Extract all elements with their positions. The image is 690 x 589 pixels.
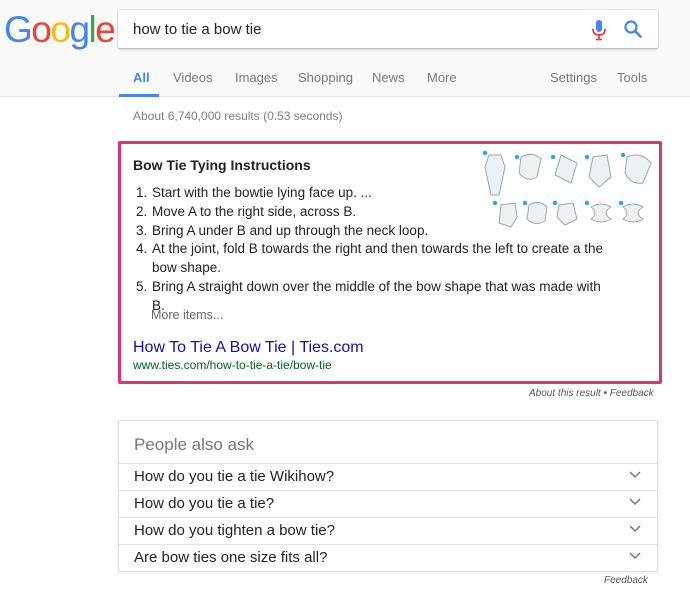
paa-feedback-link[interactable]: Feedback [604, 575, 648, 586]
logo-letter: G [4, 9, 33, 50]
chevron-down-icon[interactable] [629, 552, 641, 560]
people-also-ask-panel: People also ask How do you tie a tie Wik… [118, 420, 658, 572]
tab-videos[interactable]: Videos [173, 70, 213, 85]
tab-settings[interactable]: Settings [550, 70, 597, 85]
step-text: Bring A under B and up through the neck … [152, 222, 429, 238]
more-items-link[interactable]: More items... [151, 308, 223, 322]
paa-question[interactable]: How do you tighten a bow tie? [134, 522, 335, 539]
list-item: 1. Start with the bowtie lying face up. .… [136, 184, 616, 203]
list-item: 3. Bring A under B and up through the nec… [136, 222, 616, 241]
chevron-down-icon[interactable] [629, 498, 641, 506]
tab-tools[interactable]: Tools [617, 70, 647, 85]
chevron-down-icon[interactable] [629, 471, 641, 479]
snippet-result-url: www.ties.com/how-to-tie-a-tie/bow-tie [133, 358, 332, 372]
logo-letter: l [88, 9, 97, 50]
search-input[interactable]: how to tie a bow tie [118, 10, 658, 48]
paa-question-row[interactable]: How do you tighten a bow tie? [119, 517, 657, 544]
google-logo[interactable]: Google [4, 9, 116, 50]
tab-more[interactable]: More [427, 70, 457, 85]
people-also-ask-title: People also ask [134, 435, 255, 454]
snippet-title: Bow Tie Tying Instructions [133, 157, 311, 173]
search-tabs: All Videos Images Shopping News More Set… [0, 66, 690, 97]
step-text: Start with the bowtie lying face up. ... [152, 185, 372, 200]
result-stats: About 6,740,000 results (0.53 seconds) [133, 109, 343, 123]
step-text: At the joint, fold B towards the right a… [152, 241, 604, 276]
paa-question-row[interactable]: How do you tie a tie? [119, 490, 657, 517]
logo-letter: o [50, 9, 71, 50]
paa-question-row[interactable]: Are bow ties one size fits all? [119, 544, 657, 571]
step-number: 2. [136, 203, 148, 219]
tab-shopping[interactable]: Shopping [298, 70, 353, 85]
search-icon[interactable] [623, 19, 643, 39]
step-number: 3. [136, 222, 148, 238]
list-item: 2. Move A to the right side, across B. [136, 203, 616, 222]
step-number: 5. [136, 278, 148, 294]
snippet-result-link[interactable]: How To Tie A Bow Tie | Ties.com [133, 339, 364, 357]
paa-question[interactable]: How do you tie a tie? [134, 495, 274, 512]
paa-question[interactable]: How do you tie a tie Wikihow? [134, 468, 334, 485]
logo-letter: e [95, 9, 116, 50]
search-query[interactable]: how to tie a bow tie [133, 21, 261, 38]
paa-question[interactable]: Are bow ties one size fits all? [134, 549, 327, 566]
chevron-down-icon[interactable] [629, 525, 641, 533]
mic-icon[interactable] [591, 19, 607, 41]
search-header: Google how to tie a bow tie All Videos I… [0, 0, 690, 97]
active-tab-indicator [119, 94, 159, 97]
snippet-steps-list: 1. Start with the bowtie lying face up. .… [136, 184, 616, 316]
logo-letter: g [69, 9, 90, 50]
step-number: 4. [136, 241, 148, 257]
logo-letter: o [31, 9, 52, 50]
featured-snippet: Bow Tie Tying Instructions 1. Start with… [118, 141, 662, 384]
list-item: 4. At the joint, fold B towards the right… [136, 240, 616, 278]
step-number: 1. [136, 185, 148, 200]
about-result-feedback-link[interactable]: About this result • Feedback [529, 388, 654, 399]
step-text: Move A to the right side, across B. [152, 203, 357, 219]
tab-all[interactable]: All [133, 70, 150, 85]
paa-question-row[interactable]: How do you tie a tie Wikihow? [119, 463, 657, 490]
tab-images[interactable]: Images [235, 70, 278, 85]
tab-news[interactable]: News [372, 70, 405, 85]
